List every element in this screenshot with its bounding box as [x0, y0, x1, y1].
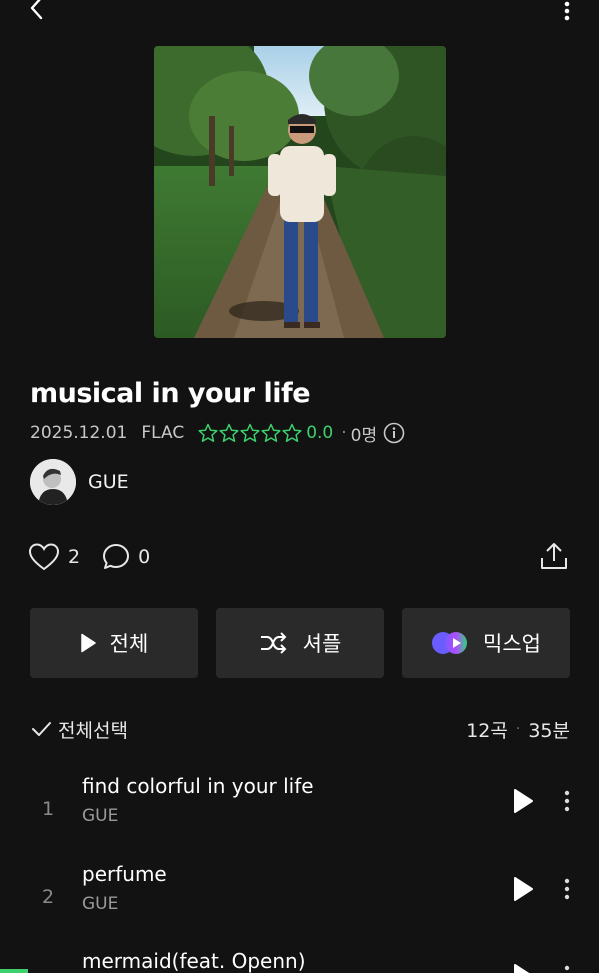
track-artist: GUE: [82, 894, 119, 914]
album-title: musical in your life: [30, 378, 311, 409]
select-all-label: 전체선택: [58, 719, 128, 742]
rating-stars[interactable]: [198, 423, 302, 443]
top-bar: [0, 0, 599, 30]
info-icon[interactable]: [383, 422, 405, 444]
share-icon: [541, 543, 567, 569]
rating-value: 0.0: [306, 423, 334, 443]
back-button[interactable]: [22, 0, 52, 24]
track-row[interactable]: 1 find colorful in your life GUE: [0, 774, 599, 854]
track-artist: GUE: [82, 806, 119, 826]
star-outline-icon[interactable]: [198, 423, 218, 443]
vertical-dots-icon[interactable]: [560, 963, 574, 973]
star-outline-icon[interactable]: [240, 423, 260, 443]
mixup-label: 믹스업: [483, 632, 541, 656]
star-outline-icon[interactable]: [261, 423, 281, 443]
track-count: 12곡: [466, 719, 508, 742]
album-meta: 2025.12.01 FLAC 0.0 · 0명: [30, 422, 405, 446]
album-cover-image: [154, 46, 446, 338]
track-title: mermaid(feat. Openn): [82, 949, 306, 973]
total-duration: 35분: [528, 719, 570, 742]
release-date: 2025.12.01: [30, 423, 128, 443]
play-all-label: 전체: [109, 632, 149, 656]
rater-count: 0명: [350, 425, 378, 446]
track-title: perfume: [82, 862, 167, 886]
playback-progress-indicator: [0, 969, 28, 973]
play-icon: [80, 633, 96, 653]
heart-icon[interactable]: [28, 542, 60, 572]
audio-format: FLAC: [141, 423, 185, 443]
chevron-left-icon: [30, 0, 43, 20]
artist-name: GUE: [88, 471, 129, 493]
like-count: 2: [68, 546, 81, 568]
list-summary: 12곡 · 35분: [466, 716, 570, 743]
vertical-dots-icon[interactable]: [560, 876, 574, 902]
shuffle-label: 셔플: [302, 632, 342, 656]
album-cover: [154, 46, 446, 338]
artist-avatar: [30, 459, 76, 505]
play-all-button[interactable]: 전체: [30, 608, 198, 678]
list-header: 전체선택 12곡 · 35분: [30, 714, 570, 744]
track-title: find colorful in your life: [82, 774, 314, 798]
vertical-dots-icon: [564, 1, 570, 21]
track-number: 2: [42, 886, 55, 908]
select-all-toggle[interactable]: 전체선택: [30, 716, 128, 743]
separator-dot: ·: [341, 423, 347, 443]
play-icon[interactable]: [512, 963, 534, 973]
play-icon[interactable]: [512, 788, 534, 814]
artist-row[interactable]: GUE: [30, 459, 129, 505]
comment-icon[interactable]: [102, 542, 130, 572]
play-icon[interactable]: [512, 876, 534, 902]
shuffle-button[interactable]: 셔플: [216, 608, 384, 678]
mixup-button[interactable]: 믹스업: [402, 608, 570, 678]
more-options-button[interactable]: [557, 0, 577, 26]
separator-dot: ·: [515, 721, 521, 737]
shuffle-icon: [260, 632, 287, 654]
track-row[interactable]: 3 mermaid(feat. Openn): [0, 949, 599, 973]
comment-count: 0: [138, 546, 151, 568]
star-outline-icon[interactable]: [282, 423, 302, 443]
star-outline-icon[interactable]: [219, 423, 239, 443]
track-number: 1: [42, 798, 55, 820]
share-button[interactable]: [538, 540, 570, 572]
social-row: 2 0: [28, 540, 172, 574]
checkmark-icon: [32, 722, 51, 736]
mixup-icon: [432, 632, 468, 654]
vertical-dots-icon[interactable]: [560, 788, 574, 814]
track-row[interactable]: 2 perfume GUE: [0, 862, 599, 942]
